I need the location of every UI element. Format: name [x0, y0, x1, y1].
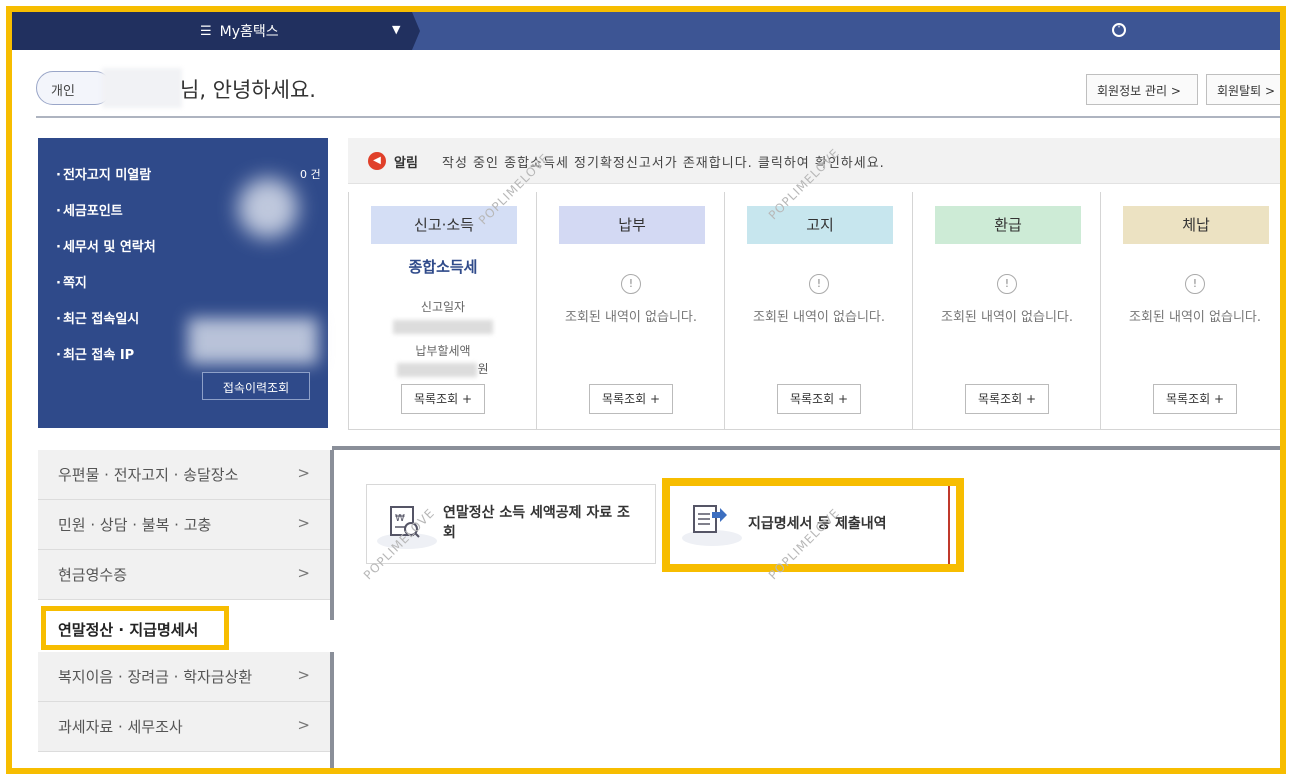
content-border [332, 446, 1280, 450]
unread-count: 0 건 [300, 168, 321, 181]
hamburger-icon: ☰ [200, 23, 212, 39]
member-info-button[interactable]: 회원정보 관리 > [1086, 74, 1198, 105]
chevron-down-icon[interactable]: ▼ [392, 23, 400, 36]
user-type-label: 개인 [51, 84, 75, 99]
my-hometax-label: My홈택스 [219, 24, 279, 40]
list-view-button[interactable]: 목록조회 + [777, 384, 861, 414]
info-item-unread-notice[interactable]: 전자고지 미열람 [56, 164, 151, 183]
info-icon: ! [621, 274, 641, 294]
card-title[interactable]: 납부 [559, 206, 705, 244]
empty-message: 조회된 내역이 없습니다. [565, 310, 697, 325]
empty-message: 조회된 내역이 없습니다. [1129, 310, 1261, 325]
header-divider [36, 116, 1280, 118]
chevron-right-icon: > [297, 514, 310, 532]
card-payment: 납부 ! 조회된 내역이 없습니다. 목록조회 + [537, 192, 725, 429]
card-title[interactable]: 체납 [1123, 206, 1269, 244]
tile-label: 지급명세서 등 제출내역 [748, 516, 887, 532]
login-history-button[interactable]: 접속이력조회 [202, 372, 310, 400]
list-view-button[interactable]: 목록조회 + [1153, 384, 1237, 414]
list-view-button[interactable]: 목록조회 + [589, 384, 673, 414]
screenshot-frame: ☰ My홈택스 ▼ ˅ 개인 님, 안녕하세요. 회원정보 관리 > 회원탈퇴 … [6, 6, 1286, 774]
category-cards: 신고·소득 종합소득세 신고일자 납부할세액 원 목록조회 + 납부 ! 조회된… [348, 192, 1280, 430]
user-type-pill[interactable]: 개인 [36, 71, 112, 105]
list-view-button[interactable]: 목록조회 + [401, 384, 485, 414]
blurred-value [188, 318, 318, 364]
card-title[interactable]: 환급 [935, 206, 1081, 244]
my-hometax-button[interactable]: ☰ My홈택스 [200, 21, 279, 41]
alert-label: 알림 [394, 156, 418, 171]
svg-text:₩: ₩ [395, 513, 405, 524]
side-item-label: 현금영수증 [58, 566, 128, 584]
alert-text[interactable]: 작성 중인 종합소득세 정기확정신고서가 존재합니다. 클릭하여 확인하세요. [442, 152, 885, 171]
card-notice: 고지 ! 조회된 내역이 없습니다. 목록조회 + [725, 192, 913, 429]
side-item-cash-receipt[interactable]: 현금영수증 > [38, 550, 332, 600]
filing-date-label: 신고일자 [420, 300, 466, 314]
info-item-tax-points[interactable]: 세금포인트 [56, 200, 123, 219]
side-item-label: 우편물 · 전자고지 · 송달장소 [58, 466, 239, 484]
document-arrow-icon [682, 500, 742, 546]
info-item-last-login: 최근 접속일시 [56, 308, 139, 327]
empty-message: 조회된 내역이 없습니다. [941, 310, 1073, 325]
tile-inner: 지급명세서 등 제출내역 [670, 486, 950, 564]
card-title[interactable]: 신고·소득 [371, 206, 517, 244]
side-item-label: 과세자료 · 세무조사 [58, 718, 183, 736]
tile-payment-statement-history[interactable]: 지급명세서 등 제출내역 [662, 478, 964, 572]
side-item-label: 민원 · 상담 · 불복 · 고충 [58, 516, 212, 534]
info-item-tax-office[interactable]: 세무서 및 연락처 [56, 236, 156, 255]
info-item-messages[interactable]: 쪽지 [56, 272, 87, 291]
menu-border [330, 450, 334, 620]
side-item-label: 복지이음 · 장려금 · 학자금상환 [58, 668, 253, 686]
tax-due-label: 납부할세액 [415, 344, 471, 358]
tile-label: 연말정산 소득 세액공제 자료 조회 [443, 505, 630, 541]
side-item-year-end-settlement[interactable]: 연말정산 · 지급명세서 [41, 606, 229, 650]
card-title[interactable]: 고지 [747, 206, 893, 244]
chevron-right-icon: > [297, 666, 310, 684]
filing-date-value [349, 316, 537, 335]
card-main-item[interactable]: 종합소득세 [349, 256, 537, 277]
chevron-right-icon: > [297, 716, 310, 734]
side-item-welfare[interactable]: 복지이음 · 장려금 · 학자금상환 > [38, 652, 332, 702]
tile-deduction-inquiry[interactable]: ₩ 연말정산 소득 세액공제 자료 조회 [366, 484, 656, 564]
chevron-right-icon: > [297, 464, 310, 482]
top-nav-bar: ☰ My홈택스 ▼ ˅ [12, 12, 1280, 50]
side-item-tax-audit[interactable]: 과세자료 · 세무조사 > [38, 702, 332, 752]
chevron-circle-icon[interactable]: ˅ [1112, 23, 1126, 37]
tax-due-value: 원 [349, 360, 537, 377]
greeting-text: 님, 안녕하세요. [180, 78, 316, 102]
empty-message: 조회된 내역이 없습니다. [753, 310, 885, 325]
chevron-right-icon: > [297, 564, 310, 582]
info-item-last-ip: 최근 접속 IP [56, 344, 134, 363]
megaphone-icon: ◀ [368, 152, 386, 170]
alert-bar[interactable]: ◀ 알림 작성 중인 종합소득세 정기확정신고서가 존재합니다. 클릭하여 확인… [348, 138, 1280, 184]
user-info-panel: 전자고지 미열람 0 건 세금포인트 세무서 및 연락처 쪽지 최근 접속일시 … [38, 138, 328, 428]
info-icon: ! [1185, 274, 1205, 294]
side-item-civil-complaint[interactable]: 민원 · 상담 · 불복 · 고충 > [38, 500, 332, 550]
info-icon: ! [809, 274, 829, 294]
menu-border [330, 652, 334, 768]
card-arrears: 체납 ! 조회된 내역이 없습니다. 목록조회 + [1101, 192, 1280, 429]
withdraw-button[interactable]: 회원탈퇴 > [1206, 74, 1280, 105]
info-icon: ! [997, 274, 1017, 294]
card-refund: 환급 ! 조회된 내역이 없습니다. 목록조회 + [913, 192, 1101, 429]
card-report-income: 신고·소득 종합소득세 신고일자 납부할세액 원 목록조회 + [349, 192, 537, 429]
list-view-button[interactable]: 목록조회 + [965, 384, 1049, 414]
blurred-value [238, 178, 298, 238]
side-item-mail-notice[interactable]: 우편물 · 전자고지 · 송달장소 > [38, 450, 332, 500]
document-won-icon: ₩ [377, 503, 437, 549]
blurred-user-name [102, 68, 182, 108]
